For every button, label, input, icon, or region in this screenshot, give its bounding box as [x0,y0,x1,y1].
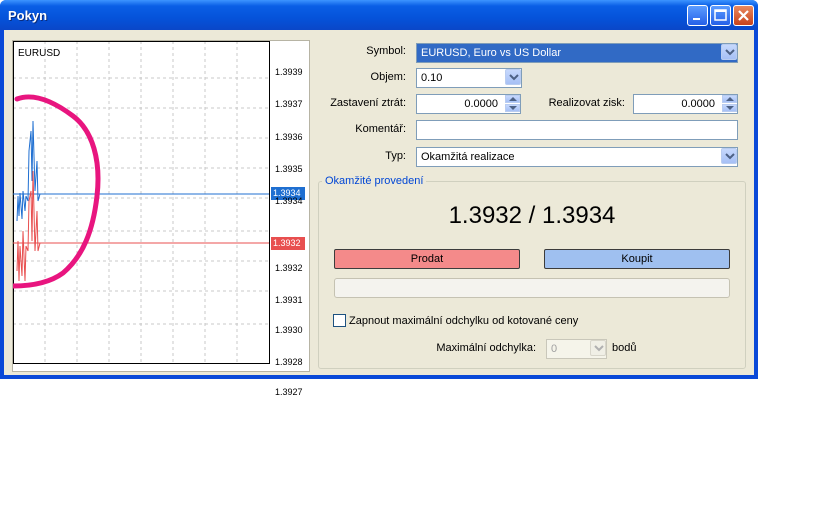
symbol-label: Symbol: [366,45,406,57]
price-tick-label: 1.3937 [275,99,303,109]
bid-price-tag: 1.3932 [273,238,301,248]
price-tick-label: 1.3936 [275,132,303,142]
type-select[interactable]: Okamžitá realizace [416,147,738,167]
minimize-button[interactable] [687,5,708,26]
order-window: Pokyn EURUSD 1.3939 1.3937 1.3936 1.3935… [0,0,758,397]
title-bar[interactable]: Pokyn [0,0,758,30]
arrow-down-icon [726,106,734,110]
instant-execution-title: Okamžité provedení [322,175,427,187]
price-tick-label: 1.3935 [275,164,303,174]
ask-price-tag: 1.3934 [273,188,301,198]
comment-input[interactable] [416,120,738,140]
symbol-select[interactable]: EURUSD, Euro vs US Dollar [416,43,738,63]
volume-label: Objem: [370,71,406,83]
chevron-down-icon [594,345,604,352]
tick-chart: EURUSD 1.3939 1.3937 1.3936 1.3935 1.3934 1.3… [12,40,310,397]
volume-dropdown-button[interactable] [505,69,521,85]
max-deviation-label: Maximální odchylka: [436,342,536,354]
sell-button[interactable]: Prodat [334,249,520,269]
arrow-up-icon [726,97,734,101]
arrow-up-icon [509,97,517,101]
chevron-down-icon [725,153,735,160]
points-unit: bodů [612,342,637,354]
price-tick-label: 1.3930 [275,325,303,335]
chevron-down-icon [509,74,519,81]
bid-ask-display: 1.3932 / 1.3934 [448,202,616,229]
takeprofit-spinner[interactable]: 0.0000 [633,94,738,114]
type-dropdown-button[interactable] [721,148,737,164]
window-title: Pokyn [8,8,48,23]
dialog-body: EURUSD 1.3939 1.3937 1.3936 1.3935 1.3934 1.3… [4,30,754,397]
close-icon [738,10,749,21]
price-tick-label: 1.3931 [275,295,303,305]
max-deviation-checkbox[interactable] [333,314,346,327]
maximize-button[interactable] [710,5,731,26]
symbol-dropdown-button[interactable] [721,44,737,60]
takeprofit-up-button[interactable] [722,95,737,103]
close-button[interactable] [733,5,754,26]
stoploss-spinner[interactable]: 0.0000 [416,94,521,114]
takeprofit-label: Realizovat zisk: [548,97,625,109]
maximize-icon [714,9,727,21]
chevron-down-icon [725,49,735,56]
buy-button[interactable]: Koupit [544,249,730,269]
status-bar [334,278,730,298]
volume-select[interactable]: 0.10 [416,68,522,88]
minimize-icon [693,18,700,20]
price-tick-label: 1.3928 [275,357,303,367]
price-tick-label: 1.3939 [275,67,303,77]
symbol-value: EURUSD, Euro vs US Dollar [416,43,738,63]
price-tick-label: 1.3927 [275,387,303,397]
max-deviation-dropdown-button[interactable] [590,340,606,356]
chart-symbol: EURUSD [18,48,61,59]
takeprofit-down-button[interactable] [722,104,737,112]
type-value: Okamžitá realizace [416,147,738,167]
comment-label: Komentář: [355,123,406,135]
max-deviation-select[interactable]: 0 [546,339,607,359]
type-label: Typ: [385,150,406,162]
max-deviation-checkbox-label[interactable]: Zapnout maximální odchylku od kotované c… [349,315,578,327]
tick-chart-canvas [13,41,305,364]
stoploss-up-button[interactable] [505,95,520,103]
arrow-down-icon [509,106,517,110]
stoploss-label: Zastavení ztrát: [330,97,406,109]
stoploss-down-button[interactable] [505,104,520,112]
price-tick-label: 1.3932 [275,263,303,273]
